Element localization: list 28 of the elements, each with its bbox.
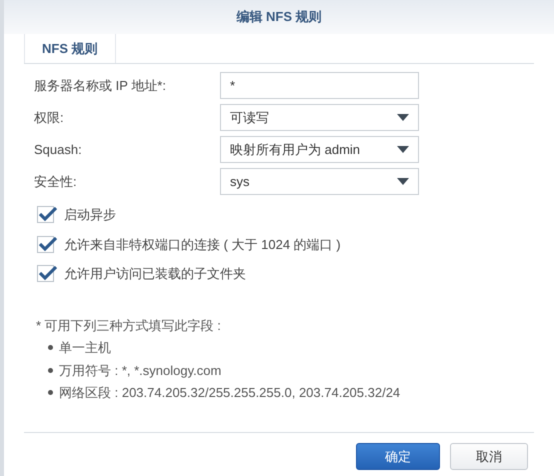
checkbox-label: 允许用户访问已装载的子文件夹: [64, 265, 246, 283]
dropdown[interactable]: 可读写: [220, 104, 419, 131]
input-field[interactable]: *: [220, 72, 419, 99]
caret-icon: [397, 114, 409, 121]
bullet-icon: [48, 368, 53, 373]
window-title: 编辑 NFS 规则: [236, 8, 322, 26]
bullet-icon: [48, 345, 53, 350]
note-item: 网络区段 : 203.74.205.32/255.255.255.0, 203.74.205.32/24: [59, 384, 400, 402]
field-label: 安全性:: [34, 172, 78, 191]
note-item: 万用符号 : *, *.synology.com: [59, 362, 222, 380]
caret-icon: [397, 178, 409, 185]
dropdown[interactable]: sys: [220, 168, 419, 195]
note-heading: * 可用下列三种方式填写此字段 :: [36, 316, 222, 334]
caret-icon: [397, 146, 409, 153]
checkbox-label: 允许来自非特权端口的连接 ( 大于 1024 的端口 ): [64, 236, 341, 254]
dropdown[interactable]: 映射所有用户为 admin: [220, 136, 419, 163]
checkbox-label: 启动异步: [64, 206, 116, 224]
note-item: 单一主机: [59, 339, 111, 357]
cancel-button[interactable]: 取消: [450, 443, 528, 470]
field-label: Squash:: [34, 140, 83, 159]
ok-button[interactable]: 确定: [356, 443, 440, 470]
field-label: 权限:: [34, 108, 65, 127]
checkbox[interactable]: [37, 206, 54, 224]
checkbox[interactable]: [37, 265, 54, 282]
checkbox[interactable]: [37, 236, 54, 253]
bullet-icon: [48, 390, 53, 396]
field-label: 服务器名称或 IP 地址*:: [34, 76, 167, 95]
tab[interactable]: NFS 规则: [24, 34, 116, 63]
